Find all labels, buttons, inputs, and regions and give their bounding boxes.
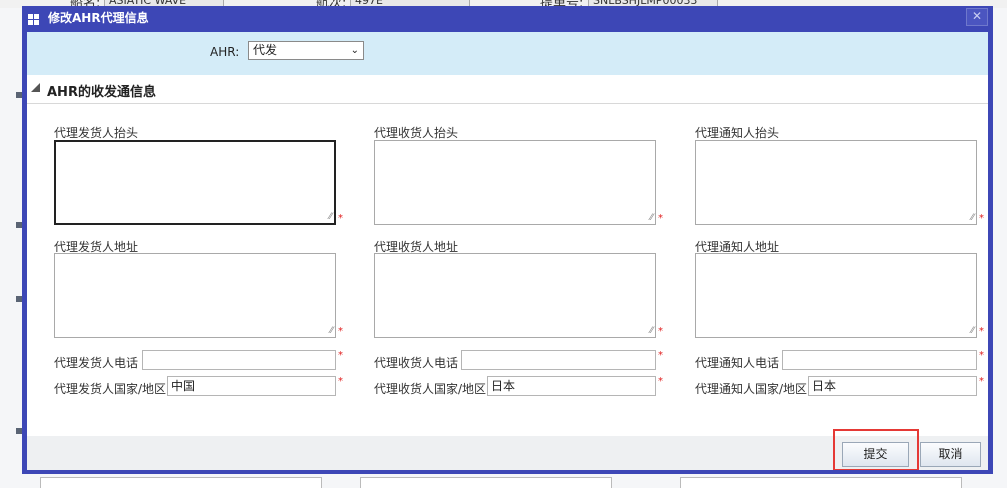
triangle-marker-icon: [31, 83, 40, 92]
notify-country-label: 代理通知人国家/地区: [695, 382, 808, 396]
edit-ahr-dialog: 修改AHR代理信息 ✕ AHR: 代发 ⌄ AHR的收发通信息 代理发货人抬头 …: [22, 6, 993, 474]
shipper-country-label: 代理发货人国家/地区: [54, 382, 167, 396]
dialog-body: AHR: 代发 ⌄ AHR的收发通信息 代理发货人抬头 ⁄⁄ * 代理发货人地址…: [27, 32, 988, 470]
required-marker: *: [979, 376, 984, 387]
chevron-down-icon: ⌄: [350, 45, 359, 56]
shipper-address-textarea[interactable]: ⁄⁄: [54, 253, 336, 338]
notify-phone-input[interactable]: [782, 350, 977, 370]
resize-grip-icon[interactable]: ⁄⁄: [971, 214, 974, 223]
consignee-country-input[interactable]: 日本: [487, 376, 656, 396]
resize-grip-icon[interactable]: ⁄⁄: [650, 214, 653, 223]
notify-phone-label: 代理通知人电话: [695, 356, 780, 370]
required-marker: *: [658, 350, 663, 361]
notify-header-label: 代理通知人抬头: [695, 126, 780, 140]
required-marker: *: [338, 213, 343, 224]
resize-grip-icon[interactable]: ⁄⁄: [330, 327, 333, 336]
ahr-selected-value: 代发: [253, 43, 278, 57]
consignee-header-label: 代理收货人抬头: [374, 126, 459, 140]
consignee-phone-label: 代理收货人电话: [374, 356, 459, 370]
background-bottom-strip: [0, 475, 1007, 488]
consignee-phone-input[interactable]: [461, 350, 656, 370]
required-marker: *: [979, 326, 984, 337]
close-icon[interactable]: ✕: [966, 8, 988, 26]
resize-grip-icon[interactable]: ⁄⁄: [329, 213, 332, 222]
dialog-title-bar[interactable]: 修改AHR代理信息 ✕: [22, 6, 993, 31]
required-marker: *: [338, 326, 343, 337]
section-title: AHR的收发通信息: [47, 85, 156, 100]
notify-address-textarea[interactable]: ⁄⁄: [695, 253, 977, 338]
required-marker: *: [658, 376, 663, 387]
shipper-phone-label: 代理发货人电话: [54, 356, 139, 370]
shipper-header-label: 代理发货人抬头: [54, 126, 139, 140]
ahr-select-row: AHR: 代发 ⌄: [27, 32, 988, 75]
ahr-select[interactable]: 代发 ⌄: [248, 41, 364, 60]
cancel-button[interactable]: 取消: [920, 442, 981, 467]
resize-grip-icon[interactable]: ⁄⁄: [650, 327, 653, 336]
resize-grip-icon[interactable]: ⁄⁄: [971, 327, 974, 336]
required-marker: *: [979, 213, 984, 224]
shipper-country-input[interactable]: 中国: [167, 376, 336, 396]
grid-icon: [28, 14, 39, 25]
consignee-country-label: 代理收货人国家/地区: [374, 382, 487, 396]
required-marker: *: [658, 326, 663, 337]
required-marker: *: [338, 376, 343, 387]
shipper-header-textarea[interactable]: ⁄⁄: [54, 140, 336, 225]
consignee-address-textarea[interactable]: ⁄⁄: [374, 253, 656, 338]
consignee-header-textarea[interactable]: ⁄⁄: [374, 140, 656, 225]
section-header: AHR的收发通信息: [27, 75, 988, 104]
required-marker: *: [338, 350, 343, 361]
required-marker: *: [979, 350, 984, 361]
required-marker: *: [658, 213, 663, 224]
dialog-title: 修改AHR代理信息: [48, 11, 149, 25]
submit-highlight-box: [833, 429, 919, 470]
notify-country-input[interactable]: 日本: [808, 376, 977, 396]
ahr-label: AHR:: [210, 45, 240, 59]
notify-header-textarea[interactable]: ⁄⁄: [695, 140, 977, 225]
shipper-phone-input[interactable]: [142, 350, 336, 370]
